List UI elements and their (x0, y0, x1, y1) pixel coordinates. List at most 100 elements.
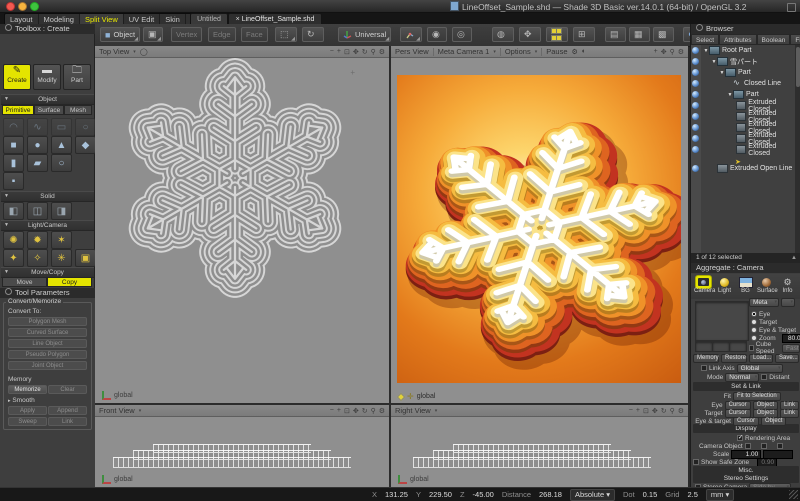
aggregate-tab-camera[interactable]: Camera (694, 274, 713, 299)
browser-tab-boolean[interactable]: Boolean (757, 34, 791, 45)
scale-row[interactable]: Scale 1.00 (713, 450, 793, 458)
pan-view-icon[interactable]: ✥ (353, 48, 359, 56)
visibility-sphere-icon[interactable] (692, 80, 699, 87)
pan-view-icon[interactable]: ✥ (353, 407, 359, 415)
link-axis-checkbox[interactable] (701, 365, 707, 371)
modify-mode-button[interactable]: ▬Modify (33, 64, 61, 90)
visibility-sphere-icon[interactable] (692, 124, 699, 131)
shading-icon[interactable]: ◐ (582, 48, 586, 55)
visibility-sphere-icon[interactable] (692, 58, 699, 65)
view-settings-icon[interactable]: ⚙ (379, 407, 385, 415)
fit-fit-to-selection-button[interactable]: Fit to Selection (733, 392, 781, 401)
magnify-view-icon[interactable]: ⚲ (371, 407, 376, 415)
set-link-header[interactable]: Set & Link (693, 382, 799, 391)
safe-zone-checkbox[interactable] (693, 459, 699, 465)
cylinder-primitive-icon[interactable]: ▮ (3, 154, 24, 172)
tab-mesh[interactable]: Mesh (64, 105, 92, 115)
top-viewport[interactable]: Top View▾ ◯ −+ ⊡✥ ↻⚲ ⚙ + global (95, 46, 389, 403)
handle-cross[interactable]: + (350, 68, 355, 77)
visibility-sphere-icon[interactable] (692, 165, 699, 172)
restore-button[interactable]: Restore▾ (721, 354, 747, 363)
minimize-window-button[interactable] (18, 2, 27, 11)
fullscreen-icon[interactable] (787, 3, 796, 12)
link-axis-dropdown[interactable]: Global▾ (737, 364, 783, 373)
magnify-view-icon[interactable]: ⚲ (371, 48, 376, 56)
pause-button[interactable]: Pause (546, 47, 567, 56)
ambient-light-icon[interactable]: ✳ (51, 249, 72, 267)
zoom-out-icon[interactable]: − (629, 407, 633, 415)
right-viewport[interactable]: Right View▾ −+ ⊡✥ ↻⚲ ⚙ global (391, 405, 688, 487)
universal-manipulator-button[interactable]: Universal◢ (338, 27, 391, 42)
visibility-sphere-icon[interactable] (692, 146, 699, 153)
pers-viewport[interactable]: Pers View Meta Camera 1▾ Options▾ Pause … (391, 46, 688, 403)
viewport-splitter-horizontal[interactable] (95, 403, 688, 405)
tree-row-closed-line-3[interactable]: ∿Closed Line (691, 78, 795, 89)
scroll-thumb[interactable] (796, 47, 800, 87)
wireframe-display-button[interactable]: ▤ (605, 27, 626, 42)
eye-target-object-button[interactable]: Object (761, 417, 786, 426)
section-object[interactable]: ▼Object (1, 94, 94, 105)
close-tab-icon[interactable]: × (236, 16, 240, 23)
target-radio-row[interactable]: Target (751, 318, 777, 326)
section-solid[interactable]: ▼Solid (1, 191, 94, 202)
part-mode-button[interactable]: 🗀Part (63, 64, 91, 90)
four-view-button[interactable] (546, 27, 568, 42)
torus-primitive-icon[interactable]: ○ (51, 154, 72, 172)
lasso-rotate-button[interactable]: ↻ (302, 27, 324, 42)
distant-checkbox[interactable] (761, 374, 767, 380)
tree-row-root-part-0[interactable]: ▼Root Part (691, 45, 795, 56)
linear-light-icon[interactable]: ✧ (27, 249, 48, 267)
visibility-sphere-icon[interactable] (692, 113, 699, 120)
top-view-title[interactable]: Top View (99, 47, 129, 56)
zoom-out-icon[interactable]: − (330, 48, 334, 56)
viewport-splitter-vertical[interactable] (389, 46, 391, 487)
object-mode-button[interactable]: ■Object◢ (100, 27, 140, 42)
spot-light-icon[interactable]: ✹ (27, 231, 48, 249)
aggregate-tab-info[interactable]: ⚙Info (778, 274, 797, 299)
solid-intersect-icon[interactable]: ◫ (27, 202, 48, 220)
tree-row-extruded-open-line-10[interactable]: Extruded Open Line (691, 163, 795, 174)
camera-object-icon[interactable]: ▣ (75, 249, 96, 267)
textured-display-button[interactable]: ▩ (653, 27, 674, 42)
solid-union-icon[interactable]: ◧ (3, 202, 24, 220)
visibility-sphere-icon[interactable] (692, 47, 699, 54)
zoom-in-icon[interactable]: + (337, 48, 341, 56)
tree-row-part-2[interactable]: ▼Part (691, 67, 795, 78)
zoom-value-field[interactable]: 80.0 (782, 334, 800, 343)
magnify-view-icon[interactable]: ⚲ (670, 48, 675, 56)
fit-view-icon[interactable]: ⊡ (643, 407, 649, 415)
rendering-area-checkbox[interactable]: ✓ (737, 435, 743, 441)
browser-tab-attributes[interactable]: Attributes (719, 34, 756, 45)
eye-radio-row[interactable]: Eye (751, 310, 770, 318)
zoom-in-icon[interactable]: + (337, 407, 341, 415)
resize-grip[interactable] (789, 490, 798, 499)
mode-dropdown[interactable]: Normal▾ (725, 373, 759, 382)
pan-tool-button[interactable]: ✥ (519, 27, 541, 42)
view-settings-icon[interactable]: ⚙ (379, 48, 385, 56)
fit-view-icon[interactable]: ⊡ (344, 407, 350, 415)
front-viewport[interactable]: Front View▾ −+ ⊡✥ ↻⚲ ⚙ global (95, 405, 389, 487)
wedge-primitive-icon[interactable]: ◆ (75, 136, 96, 154)
shaded-display-button[interactable]: ▦ (629, 27, 650, 42)
tab-copy[interactable]: Copy (47, 277, 92, 287)
projection-icon[interactable]: ◯ (140, 48, 148, 56)
target-radio[interactable] (751, 319, 757, 325)
rendering-area-row[interactable]: ✓Rendering Area (737, 434, 790, 442)
right-view-title[interactable]: Right View (395, 406, 431, 415)
safe-zone-row[interactable]: Show Safe Zone 0.90 (693, 458, 777, 466)
eye-target-cursor-button[interactable]: Cursor (733, 417, 759, 426)
panel-collapse-icon[interactable] (5, 24, 12, 31)
aggregate-tab-bg[interactable]: BG (736, 274, 755, 299)
link-axis-row[interactable]: Link Axis Global▾ (701, 364, 783, 372)
stereo-settings-header[interactable]: Stereo Settings (693, 474, 799, 483)
browser-scrollbar[interactable] (795, 45, 800, 253)
rotate-view-icon[interactable]: ↻ (362, 48, 368, 56)
front-view-title[interactable]: Front View (99, 406, 135, 415)
capsule-primitive-icon[interactable]: ▰ (27, 154, 48, 172)
cube-primitive-icon[interactable]: ■ (3, 136, 24, 154)
tab-move[interactable]: Move (2, 277, 47, 287)
fit-view-icon[interactable]: ⊡ (344, 48, 350, 56)
visibility-sphere-icon[interactable] (692, 69, 699, 76)
coordinate-mode-dropdown[interactable]: Absolute ▾ (570, 489, 615, 501)
zoom-window-button[interactable] (30, 2, 39, 11)
